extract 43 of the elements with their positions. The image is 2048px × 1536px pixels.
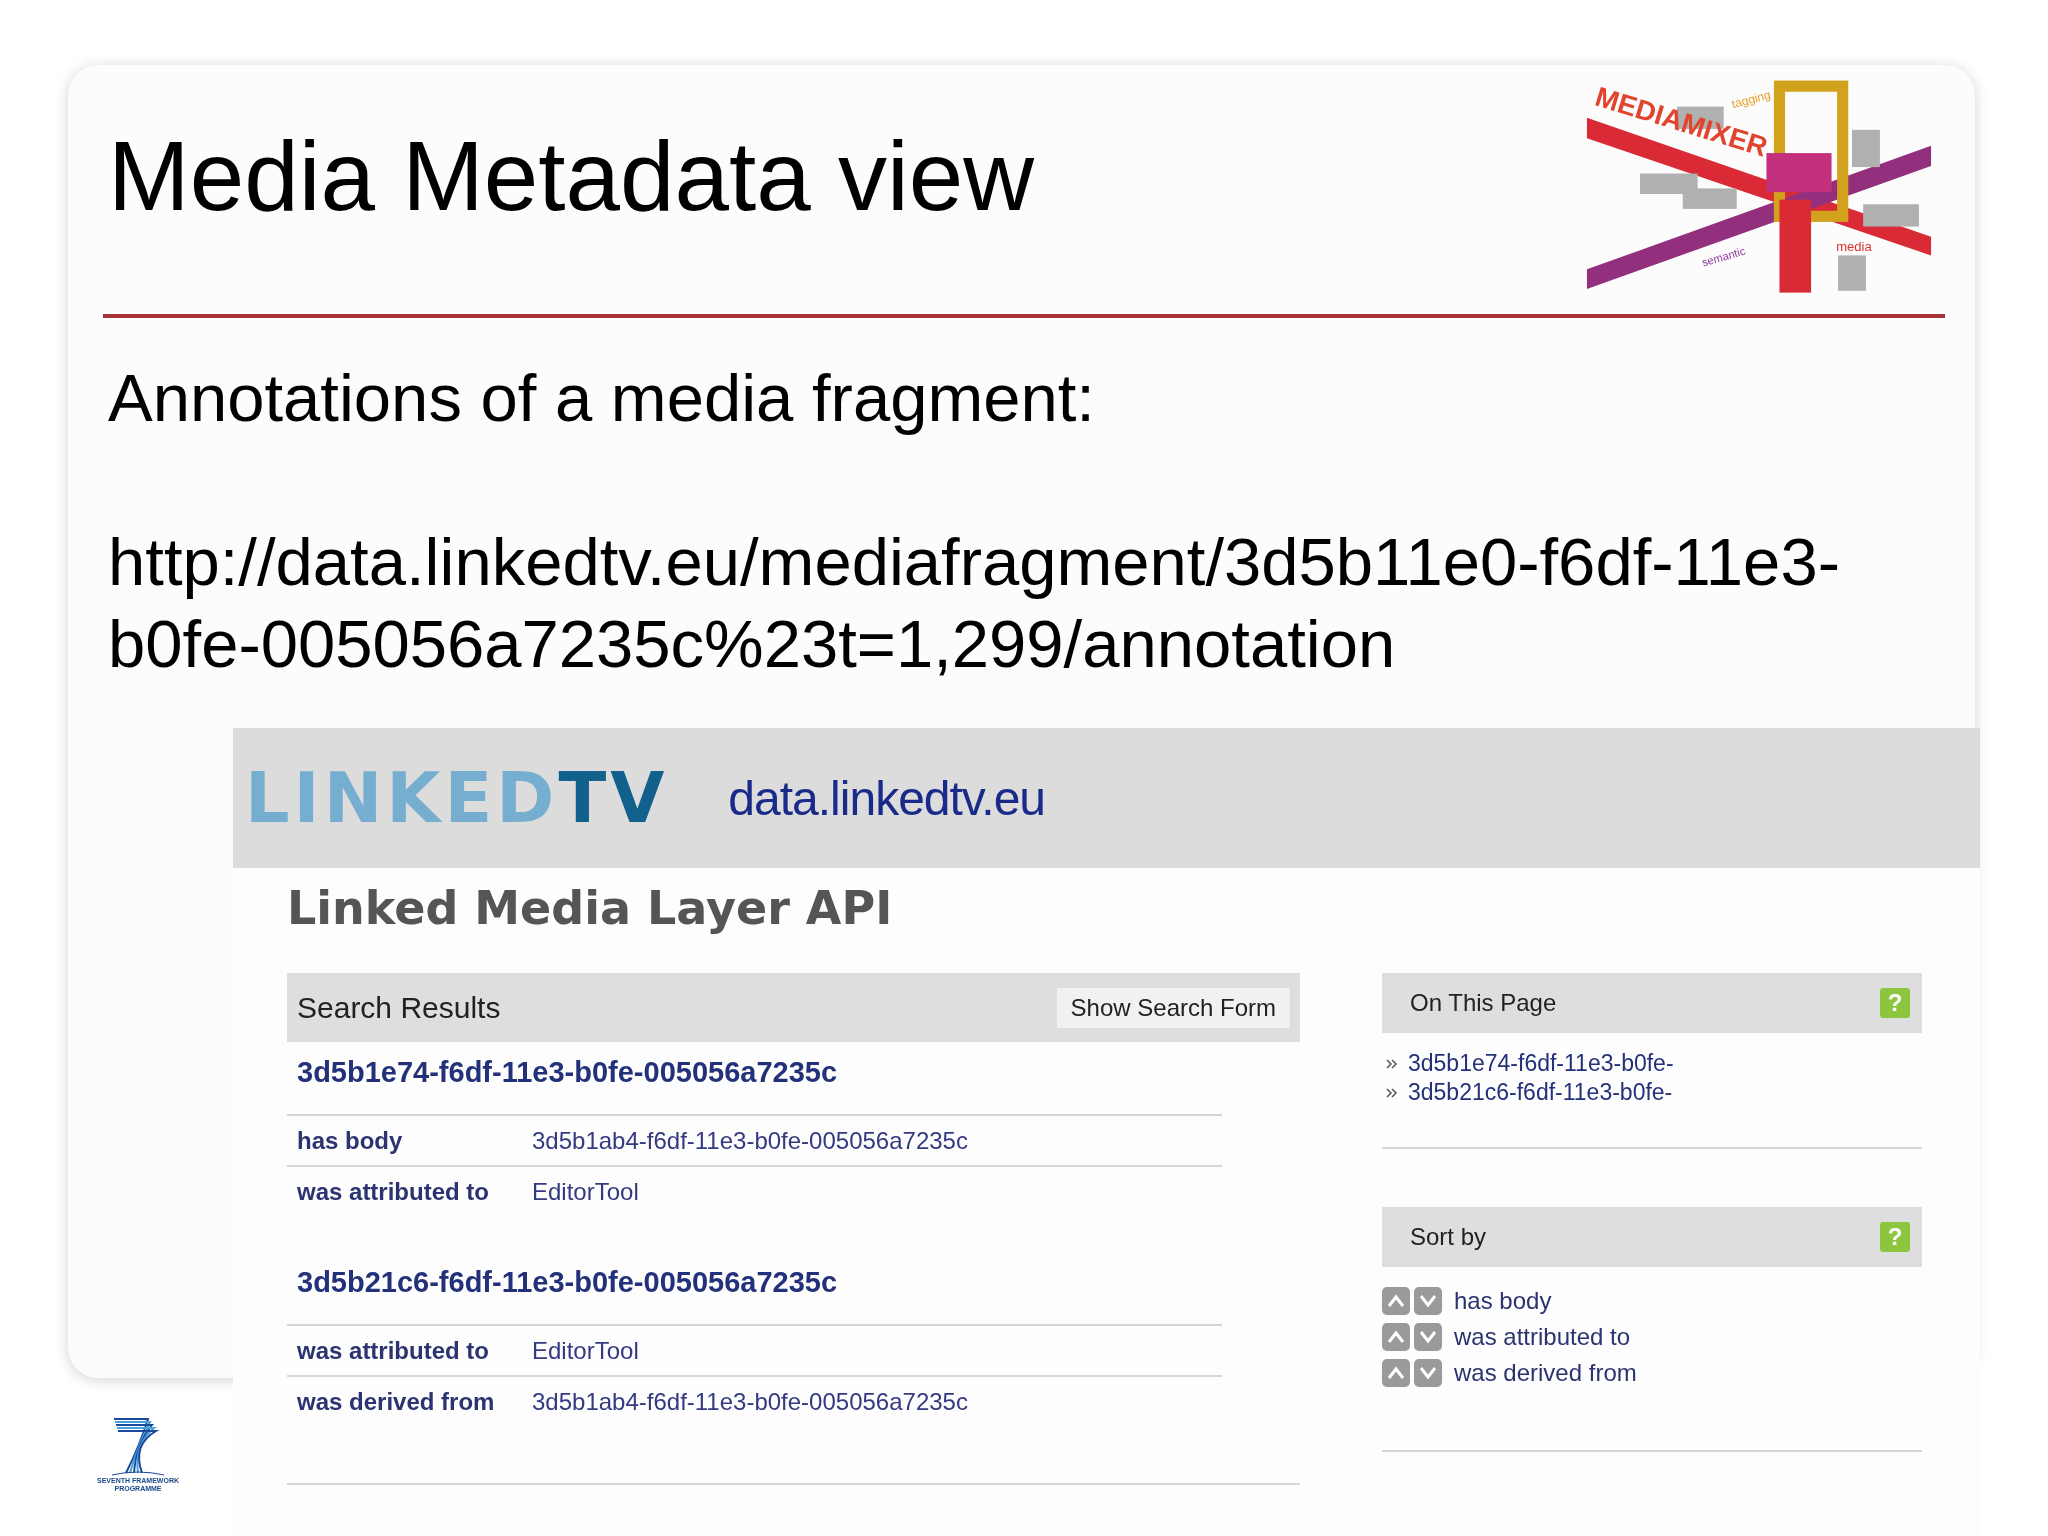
property-value: EditorTool [532, 1336, 639, 1365]
property-label: was attributed to [297, 1336, 490, 1365]
double-chevron-icon [1386, 1057, 1398, 1070]
result-title[interactable]: 3d5b1e74-f6df-11e3-b0fe-005056a7235c [287, 1042, 1300, 1114]
double-chevron-icon [1386, 1086, 1398, 1099]
sort-ascending-button[interactable] [1382, 1287, 1410, 1315]
result-title[interactable]: 3d5b21c6-f6df-11e3-b0fe-005056a7235c [287, 1252, 1300, 1324]
page-link[interactable]: 3d5b1e74-f6df-11e3-b0fe- [1408, 1050, 1674, 1077]
property-label: has body [297, 1126, 404, 1155]
site-logo-text: LINKED [245, 757, 559, 839]
panel-title: Search Results [297, 990, 501, 1025]
property-label: was derived from [297, 1387, 496, 1416]
logo-text: semantic [1700, 244, 1747, 269]
sort-ascending-button[interactable] [1382, 1323, 1410, 1351]
caret-up-icon [1386, 1365, 1406, 1381]
caret-up-icon [1386, 1293, 1406, 1309]
url-text: http://data.linkedtv.eu/mediafragment/3d5b11e0-f6df-11e3-b0fe-005056a7235c%23t=1,299/annotation [108, 523, 1841, 683]
panel-title: On This Page [1410, 989, 1557, 1017]
sort-descending-button[interactable] [1414, 1323, 1442, 1351]
slide-title: Media Metadata view [108, 120, 1035, 233]
site-domain: data.linkedtv.eu [728, 770, 1045, 826]
page-heading: Linked Media Layer API [287, 880, 894, 937]
caret-down-icon [1418, 1365, 1438, 1381]
caret-down-icon [1418, 1293, 1438, 1309]
sort-descending-button[interactable] [1414, 1287, 1442, 1315]
caret-down-icon [1418, 1329, 1438, 1345]
caret-up-icon [1386, 1329, 1406, 1345]
show-search-form-button[interactable]: Show Search Form [1056, 987, 1290, 1028]
property-label: was attributed to [297, 1177, 490, 1206]
logo-text: media [1836, 238, 1872, 254]
slide-subtitle: Annotations of a media fragment: [108, 359, 1096, 437]
panel-title: Sort by [1410, 1223, 1487, 1251]
property-value: EditorTool [532, 1177, 639, 1206]
sort-field: was derived from [1454, 1359, 1637, 1387]
sort-ascending-button[interactable] [1382, 1359, 1410, 1387]
property-value: 3d5b1ab4-f6df-11e3-b0fe-005056a7235c [532, 1126, 968, 1155]
site-logo-text: TV [558, 757, 669, 839]
sort-descending-button[interactable] [1414, 1359, 1442, 1387]
sort-field: was attributed to [1454, 1323, 1631, 1351]
page-link[interactable]: 3d5b21c6-f6df-11e3-b0fe- [1408, 1079, 1673, 1106]
property-value: 3d5b1ab4-f6df-11e3-b0fe-005056a7235c [532, 1387, 968, 1416]
sort-field: has body [1454, 1287, 1552, 1315]
striped-seven-icon [110, 1415, 166, 1477]
